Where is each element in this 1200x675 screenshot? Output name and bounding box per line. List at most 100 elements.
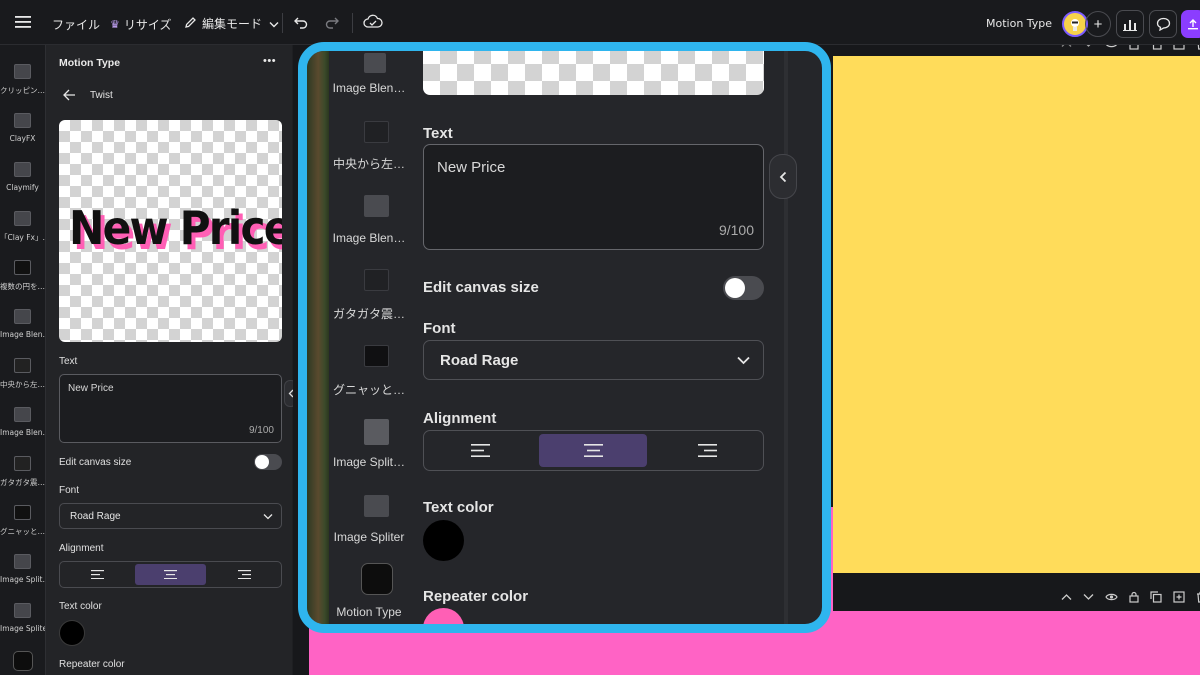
redo-icon[interactable] xyxy=(324,14,340,30)
zoom-char-count: 9/100 xyxy=(718,222,754,238)
rail-item[interactable]: ガタガタ震… xyxy=(0,456,45,488)
rail-item[interactable]: グニャッと… xyxy=(0,505,45,537)
edit-canvas-toggle[interactable] xyxy=(254,454,282,470)
edit-mode-button[interactable]: 編集モード xyxy=(184,15,279,32)
app-thumbnail xyxy=(364,345,389,367)
chevron-down-icon xyxy=(269,17,279,31)
align-left-button[interactable] xyxy=(62,564,132,585)
rail-item-label: クリッピン… xyxy=(0,86,45,95)
app-thumbnail xyxy=(364,269,389,291)
zoom-repeater-color-swatch[interactable] xyxy=(423,608,464,624)
rail-item[interactable]: Image Blen… xyxy=(0,309,45,339)
chevron-up-icon[interactable] xyxy=(1061,593,1072,601)
zoom-text-input[interactable]: New Price 9/100 xyxy=(423,144,764,250)
toggle-knob xyxy=(725,278,745,298)
apps-rail: クリッピン… ClayFX Claymify 「Clay Fx」… 複数の円を…… xyxy=(0,45,45,675)
rail-item[interactable]: Image Spliter xyxy=(0,603,45,633)
app-thumbnail xyxy=(14,162,31,177)
app-thumbnail xyxy=(14,211,31,226)
app-thumbnail xyxy=(14,407,31,422)
zoom-edit-canvas-toggle[interactable] xyxy=(723,276,764,300)
rail-item-label: 複数の円を… xyxy=(0,282,45,291)
font-select[interactable]: Road Rage xyxy=(59,503,282,529)
chevron-down-icon[interactable] xyxy=(1083,45,1094,48)
char-count: 9/100 xyxy=(248,425,274,436)
lock-icon[interactable] xyxy=(1129,45,1139,50)
eye-icon[interactable] xyxy=(1105,45,1118,49)
repeater-color-label: Repeater color xyxy=(59,659,125,670)
rail-item[interactable]: Image Blen… xyxy=(0,407,45,437)
back-label: Twist xyxy=(90,89,113,101)
zoom-app-label[interactable]: Image Blen… xyxy=(329,231,409,245)
insights-button[interactable] xyxy=(1116,10,1144,38)
zoom-app-label[interactable]: Motion Type xyxy=(329,605,409,619)
resize-button[interactable]: ♛ リサイズ xyxy=(110,16,172,33)
more-options-button[interactable]: ••• xyxy=(263,55,276,67)
app-thumbnail xyxy=(14,505,31,520)
align-center-button[interactable] xyxy=(135,564,206,585)
app-thumbnail xyxy=(14,554,31,569)
text-input-value: New Price xyxy=(68,383,114,394)
zoom-text-color-swatch[interactable] xyxy=(423,520,464,561)
zoom-app-label[interactable]: Image Split… xyxy=(329,455,409,469)
lock-icon[interactable] xyxy=(1129,591,1139,603)
add-page-icon[interactable] xyxy=(1173,45,1185,50)
menu-icon[interactable] xyxy=(14,14,32,30)
zoom-app-label[interactable]: 中央から左… xyxy=(329,155,409,172)
align-left-icon xyxy=(90,570,104,579)
rail-item[interactable]: クリッピン… xyxy=(0,64,45,96)
trash-icon[interactable] xyxy=(1196,591,1200,603)
trash-icon[interactable] xyxy=(1196,45,1200,50)
page-yellow[interactable] xyxy=(833,56,1200,573)
zoom-app-label[interactable]: ガタガタ震… xyxy=(329,305,409,322)
chevron-down-icon xyxy=(263,514,273,520)
rail-item-motion-type[interactable] xyxy=(0,651,45,671)
add-collaborator-button[interactable]: + xyxy=(1085,11,1111,37)
app-thumbnail xyxy=(14,456,31,471)
app-thumbnail xyxy=(364,121,389,143)
align-center-icon xyxy=(583,444,603,457)
rail-item[interactable]: Image Split… xyxy=(0,554,45,584)
undo-icon[interactable] xyxy=(293,14,309,30)
zoom-text-color-label: Text color xyxy=(423,499,494,516)
zoom-edit-canvas-label: Edit canvas size xyxy=(423,279,539,296)
duplicate-icon[interactable] xyxy=(1150,45,1162,50)
rail-item[interactable]: Claymify xyxy=(0,162,45,192)
file-menu[interactable]: ファイル xyxy=(52,16,100,33)
zoom-preview-image xyxy=(423,51,764,95)
chevron-up-icon[interactable] xyxy=(1061,45,1072,48)
zoom-app-label[interactable]: Image Blen… xyxy=(329,81,409,95)
cloud-save-icon[interactable] xyxy=(363,14,383,30)
rail-item[interactable]: 「Clay Fx」… xyxy=(0,211,45,243)
zoom-scrollbar[interactable] xyxy=(784,51,788,624)
text-input[interactable]: New Price 9/100 xyxy=(59,374,282,443)
rail-item[interactable]: ClayFX xyxy=(0,113,45,143)
rail-item-label: 「Clay Fx」… xyxy=(0,233,45,242)
zoom-align-left-button[interactable] xyxy=(426,434,534,467)
zoom-collapse-panel-button[interactable] xyxy=(769,154,797,199)
rail-item[interactable]: 中央から左… xyxy=(0,358,45,390)
eye-icon[interactable] xyxy=(1105,592,1118,602)
text-label: Text xyxy=(59,356,78,367)
zoom-app-label[interactable]: グニャッと… xyxy=(329,381,409,398)
chevron-down-icon[interactable] xyxy=(1083,593,1094,601)
zoom-text-input-value: New Price xyxy=(437,159,506,176)
rail-item-label: Image Blen… xyxy=(0,330,45,339)
rail-item-label: 中央から左… xyxy=(0,380,45,389)
align-right-button[interactable] xyxy=(209,564,279,585)
align-right-icon xyxy=(237,570,251,579)
zoom-alignment-label: Alignment xyxy=(423,410,497,427)
back-button[interactable]: Twist xyxy=(63,89,113,101)
share-button[interactable] xyxy=(1181,10,1200,38)
comment-button[interactable] xyxy=(1149,10,1177,38)
zoom-align-right-button[interactable] xyxy=(653,434,761,467)
zoom-font-select[interactable]: Road Rage xyxy=(423,340,764,380)
text-color-swatch[interactable] xyxy=(59,620,85,646)
add-page-icon[interactable] xyxy=(1173,591,1185,603)
zoom-app-label[interactable]: Image Spliter xyxy=(329,530,409,544)
zoom-apps-column: Image Blen… 中央から左… Image Blen… ガタガタ震… グニ… xyxy=(329,51,409,624)
duplicate-icon[interactable] xyxy=(1150,591,1162,603)
project-title[interactable]: Motion Type xyxy=(986,17,1052,30)
rail-item[interactable]: 複数の円を… xyxy=(0,260,45,292)
zoom-align-center-button[interactable] xyxy=(539,434,647,467)
